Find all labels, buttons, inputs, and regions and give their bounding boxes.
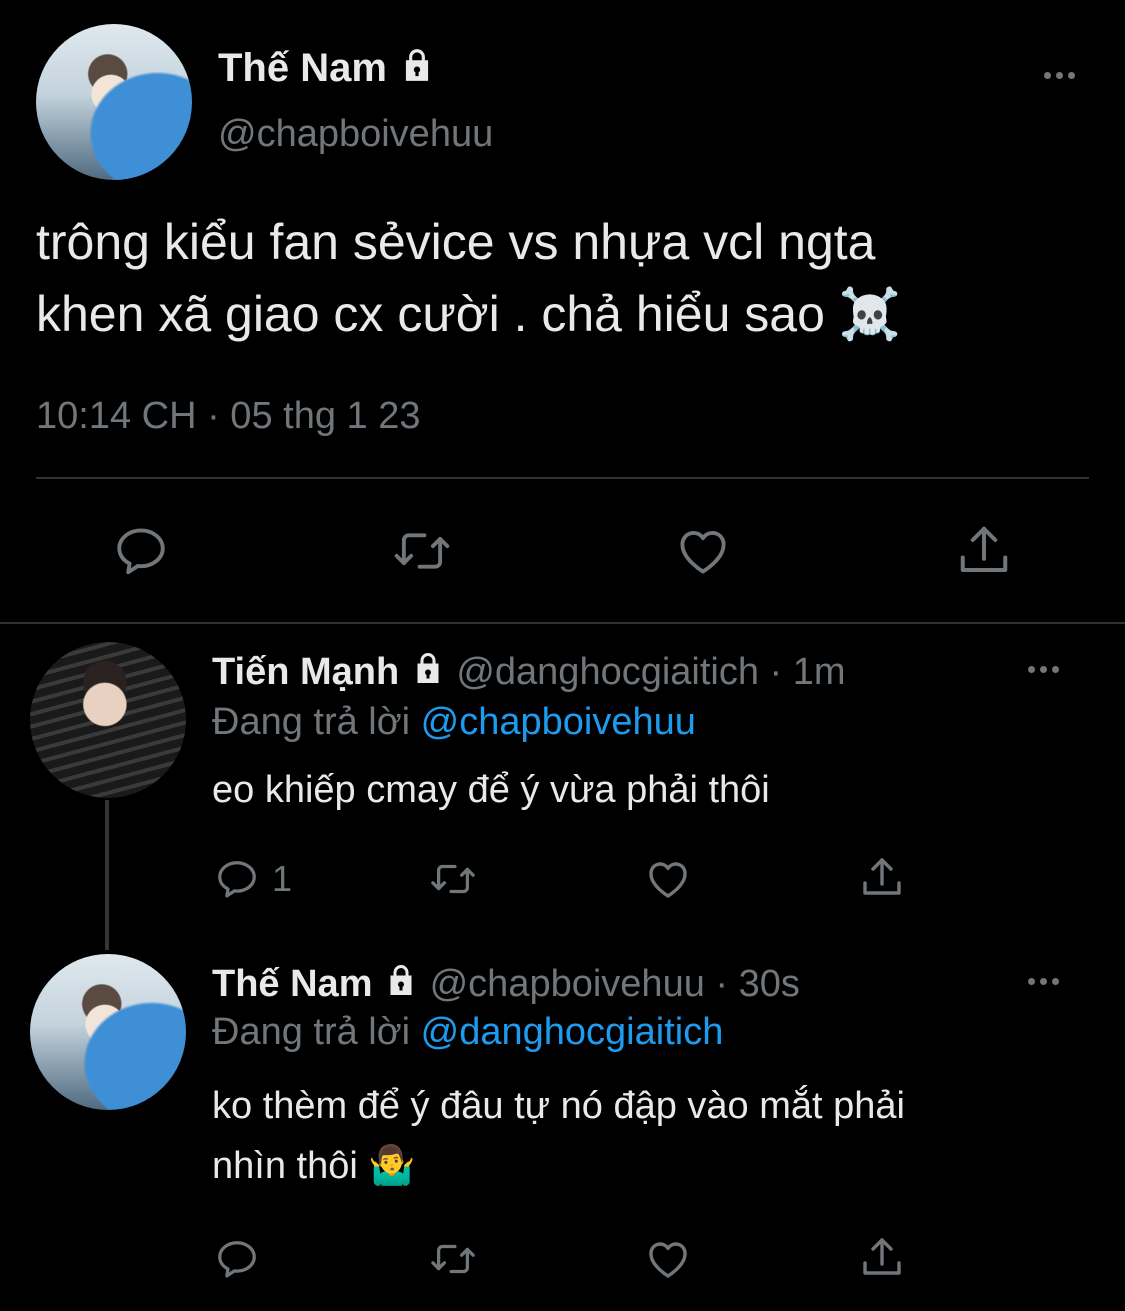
like-icon[interactable]: [643, 1235, 693, 1283]
like-icon[interactable]: [673, 522, 733, 580]
author-name-text: Thế Nam: [218, 46, 387, 90]
reply-icon[interactable]: [112, 522, 170, 580]
replying-to-label: Đang trả lời: [212, 701, 411, 743]
divider: [36, 477, 1089, 479]
replying-to: Đang trả lời @chapboivehuu: [212, 698, 696, 746]
reply-text-line: ko thèm để ý đâu tự nó đập vào mắt phải: [212, 1085, 905, 1127]
replying-to-link[interactable]: @danghocgiaitich: [421, 1011, 724, 1053]
avatar[interactable]: [36, 24, 192, 180]
tweet-text-line: khen xã giao cx cười . chả hiểu sao ☠️: [36, 286, 902, 342]
avatar[interactable]: [30, 642, 186, 798]
lock-icon: [383, 961, 419, 1011]
thread-line: [105, 800, 109, 950]
reply-text-line: nhìn thôi 🤷‍♂️: [212, 1145, 416, 1187]
tweet-text: trông kiểu fan sẻvice vs nhựa vcl ngta k…: [36, 206, 901, 350]
replying-to-link[interactable]: @chapboivehuu: [421, 701, 696, 743]
share-icon[interactable]: [858, 853, 906, 901]
reply-text: ko thèm để ý đâu tự nó đập vào mắt phải …: [212, 1076, 905, 1196]
retweet-icon[interactable]: [428, 856, 478, 902]
author-name[interactable]: Thế Nam: [212, 963, 372, 1005]
author-handle-time[interactable]: @chapboivehuu · 30s: [430, 963, 800, 1005]
reply-header: Tiến Mạnh @danghocgiaitich · 1m: [212, 648, 846, 699]
like-icon[interactable]: [643, 855, 693, 903]
more-icon[interactable]: [1044, 70, 1075, 80]
retweet-icon[interactable]: [428, 1236, 478, 1282]
reply-icon[interactable]: [214, 856, 260, 902]
author-handle-time[interactable]: @danghocgiaitich · 1m: [456, 651, 845, 693]
tweet-text-line: trông kiểu fan sẻvice vs nhựa vcl ngta: [36, 214, 876, 270]
replying-to: Đang trả lời @danghocgiaitich: [212, 1008, 723, 1056]
replying-to-label: Đang trả lời: [212, 1011, 411, 1053]
lock-icon: [398, 45, 436, 96]
share-icon[interactable]: [858, 1233, 906, 1281]
tweet-timestamp[interactable]: 10:14 CH · 05 thg 1 23: [36, 392, 420, 440]
more-icon[interactable]: [1028, 664, 1059, 674]
more-icon[interactable]: [1028, 976, 1059, 986]
divider: [0, 622, 1125, 624]
reply-icon[interactable]: [214, 1236, 260, 1282]
author-name[interactable]: Thế Nam: [218, 44, 436, 96]
reply-header: Thế Nam @chapboivehuu · 30s: [212, 960, 800, 1011]
retweet-icon[interactable]: [392, 522, 452, 580]
lock-icon: [410, 649, 446, 699]
reply-text: eo khiếp cmay để ý vừa phải thôi: [212, 769, 770, 811]
author-name[interactable]: Tiến Mạnh: [212, 651, 399, 693]
share-icon[interactable]: [954, 520, 1014, 580]
reply-count: 1: [272, 858, 293, 899]
avatar[interactable]: [30, 954, 186, 1110]
author-handle[interactable]: @chapboivehuu: [218, 112, 493, 156]
